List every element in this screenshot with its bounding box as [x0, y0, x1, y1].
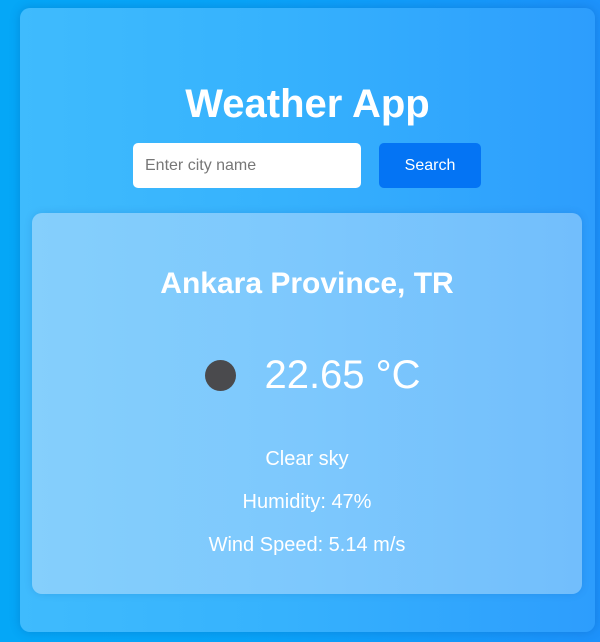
- search-button[interactable]: Search: [379, 143, 481, 188]
- weather-description: Clear sky: [265, 448, 349, 470]
- weather-circle-icon: [205, 359, 237, 391]
- weather-app-container: Weather App Search Ankara Province, TR 2…: [20, 8, 595, 632]
- app-title: Weather App: [185, 82, 430, 126]
- temperature-row: 22.65 °C: [32, 348, 582, 402]
- temperature-value: 22.65 °C: [264, 353, 421, 397]
- humidity-value: Humidity: 47%: [242, 491, 372, 513]
- city-name: Ankara Province, TR: [160, 267, 454, 300]
- wind-speed-value: Wind Speed: 5.14 m/s: [208, 534, 406, 556]
- weather-card: Ankara Province, TR 22.65 °C Clear sky H…: [32, 213, 582, 594]
- city-search-input[interactable]: [133, 143, 361, 188]
